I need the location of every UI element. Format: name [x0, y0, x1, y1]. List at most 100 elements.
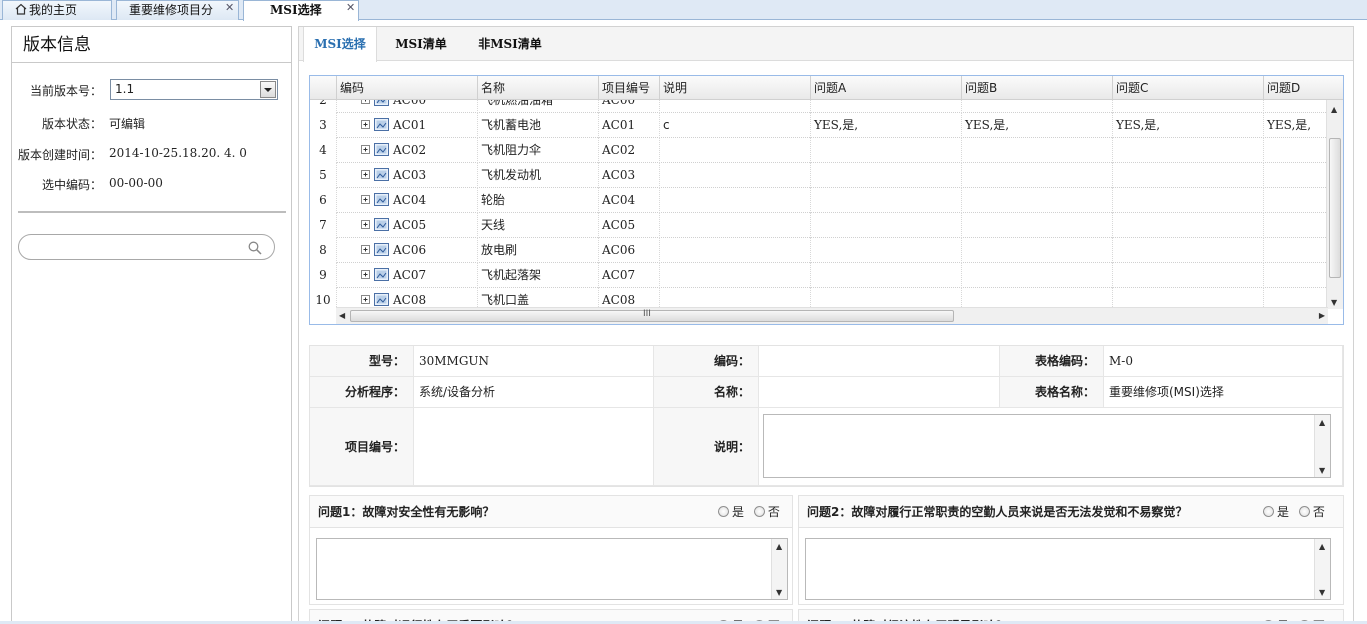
question-2-yes-radio[interactable]: [1263, 506, 1274, 517]
textarea-scrollbar[interactable]: ▲ ▼: [1314, 539, 1330, 599]
table-row[interactable]: 4 AC02 飞机阻力伞 AC02: [310, 138, 1328, 163]
scroll-down-icon[interactable]: ▼: [776, 588, 782, 597]
expand-icon[interactable]: [361, 265, 391, 288]
question-2-yes-label[interactable]: 是: [1277, 505, 1289, 519]
scroll-up-icon[interactable]: ▲: [1331, 105, 1337, 114]
scroll-up-icon[interactable]: ▲: [776, 542, 782, 551]
table-row[interactable]: 2 AC00 飞机燃油油箱 AC00: [310, 100, 1328, 113]
top-tab-bar: 我的主页 重要维修项目分 ✕ MSI选择 ✕: [0, 0, 1367, 21]
column-header-code[interactable]: 编码: [336, 76, 477, 100]
scroll-right-icon[interactable]: ▶: [1319, 311, 1325, 320]
table-row[interactable]: 5 AC03 飞机发动机 AC03: [310, 163, 1328, 188]
scroll-down-icon[interactable]: ▼: [1331, 298, 1337, 307]
column-header-question-d[interactable]: 问题D: [1263, 76, 1343, 100]
cell-a: [810, 163, 961, 188]
column-header-question-b[interactable]: 问题B: [961, 76, 1112, 100]
row-number: 5: [310, 163, 336, 188]
table-row[interactable]: 9 AC07 飞机起落架 AC07: [310, 263, 1328, 288]
cell-code-text: AC00: [393, 100, 427, 107]
top-tab-important-items[interactable]: 重要维修项目分 ✕: [116, 0, 239, 20]
close-icon[interactable]: ✕: [346, 0, 355, 17]
scroll-up-icon[interactable]: ▲: [1319, 418, 1325, 427]
table-name-value: 重要维修项(MSI)选择: [1104, 377, 1343, 408]
project-no-value: [414, 408, 654, 486]
cell-code-text: AC06: [393, 243, 427, 257]
expand-icon[interactable]: [361, 240, 391, 263]
top-tab-home-label: 我的主页: [29, 3, 78, 17]
question-1-no-radio[interactable]: [753, 506, 765, 517]
search-icon[interactable]: [248, 241, 262, 255]
expand-icon[interactable]: [361, 115, 391, 138]
cell-c: [1112, 213, 1263, 238]
tab-non-msi-list[interactable]: 非MSI清单: [467, 27, 553, 61]
table-row[interactable]: 6 AC04 轮胎 AC04: [310, 188, 1328, 213]
column-header-question-a[interactable]: 问题A: [810, 76, 961, 100]
scroll-up-icon[interactable]: ▲: [1319, 542, 1325, 551]
question-2-header: 问题2：故障对履行正常职责的空勤人员来说是否无法发觉和不易察觉？ 是 否: [799, 496, 1343, 528]
horizontal-scroll-thumb[interactable]: III: [350, 309, 954, 322]
textarea-scrollbar[interactable]: ▲ ▼: [1314, 415, 1330, 477]
cell-code-text: AC01: [393, 118, 427, 132]
main-panel: MSI选择 MSI清单 非MSI清单 编码 名称 项目编号 说明 问题A 问题B…: [298, 26, 1354, 624]
vertical-scrollbar[interactable]: ▲ ▼: [1326, 100, 1343, 309]
close-icon[interactable]: ✕: [225, 0, 234, 17]
cell-proj: AC03: [598, 163, 659, 188]
cell-b: YES,是,: [961, 113, 1112, 138]
top-tab-home[interactable]: 我的主页: [2, 0, 112, 20]
scroll-down-icon[interactable]: ▼: [1319, 588, 1325, 597]
question-2-no-radio[interactable]: [1298, 506, 1310, 517]
cell-c: [1112, 263, 1263, 288]
cell-code: AC07: [336, 263, 477, 288]
cell-desc: [659, 263, 810, 288]
question-1-no-label[interactable]: 否: [768, 505, 780, 519]
horizontal-scrollbar[interactable]: ◀ III ▶: [336, 307, 1328, 324]
question-1-textarea[interactable]: ▲ ▼: [316, 538, 788, 600]
cell-proj: AC04: [598, 188, 659, 213]
grid-body: 2 AC00 飞机燃油油箱 AC00 3 AC01 飞机蓄电池 AC01 c YES,是, YES,…: [310, 100, 1328, 309]
top-tab-msi-select[interactable]: MSI选择 ✕: [243, 0, 359, 21]
table-row[interactable]: 10 AC08 飞机口盖 AC08: [310, 288, 1328, 309]
textarea-scrollbar[interactable]: ▲ ▼: [771, 539, 787, 599]
cell-b: [961, 288, 1112, 309]
model-value: 30MMGUN: [414, 346, 654, 377]
version-select[interactable]: 1.1: [110, 79, 278, 100]
tab-msi-select[interactable]: MSI选择: [303, 27, 377, 62]
table-row[interactable]: 8 AC06 放电刷 AC06: [310, 238, 1328, 263]
question-2-title: 问题2：故障对履行正常职责的空勤人员来说是否无法发觉和不易察觉？: [807, 505, 1188, 519]
expand-icon[interactable]: [361, 100, 391, 113]
cell-code: AC04: [336, 188, 477, 213]
question-2-textarea[interactable]: ▲ ▼: [805, 538, 1331, 600]
cell-d: YES,是,: [1263, 113, 1328, 138]
description-cell: ▲ ▼: [759, 408, 1343, 486]
cell-name: 飞机发动机: [477, 163, 598, 188]
search-input[interactable]: [18, 234, 275, 260]
question-1-yes-radio[interactable]: [718, 506, 729, 517]
program-label: 分析程序：: [310, 377, 414, 408]
cell-b: [961, 138, 1112, 163]
row-number: 9: [310, 263, 336, 288]
table-row[interactable]: 3 AC01 飞机蓄电池 AC01 c YES,是, YES,是, YES,是, YES,是,: [310, 113, 1328, 138]
cell-name: 轮胎: [477, 188, 598, 213]
column-header-question-c[interactable]: 问题C: [1112, 76, 1263, 100]
expand-icon[interactable]: [361, 140, 391, 163]
project-no-label: 项目编号：: [310, 408, 414, 486]
chevron-down-icon[interactable]: [260, 81, 276, 98]
expand-icon[interactable]: [361, 215, 391, 238]
description-textarea[interactable]: ▲ ▼: [763, 414, 1331, 478]
column-header-project-no[interactable]: 项目编号: [598, 76, 659, 100]
vertical-scroll-thumb[interactable]: [1329, 138, 1341, 278]
scroll-down-icon[interactable]: ▼: [1319, 466, 1325, 475]
cell-code-text: AC04: [393, 193, 427, 207]
tab-msi-list[interactable]: MSI清单: [385, 27, 457, 61]
expand-icon[interactable]: [361, 190, 391, 213]
scroll-left-icon[interactable]: ◀: [339, 311, 345, 320]
expand-icon[interactable]: [361, 165, 391, 188]
question-1-yes-label[interactable]: 是: [732, 505, 744, 519]
version-select-value: 1.1: [115, 82, 135, 96]
cell-c: [1112, 163, 1263, 188]
question-2-no-label[interactable]: 否: [1313, 505, 1325, 519]
column-header-description[interactable]: 说明: [659, 76, 810, 100]
created-label: 版本创建时间：: [17, 148, 102, 162]
table-row[interactable]: 7 AC05 天线 AC05: [310, 213, 1328, 238]
column-header-name[interactable]: 名称: [477, 76, 598, 100]
